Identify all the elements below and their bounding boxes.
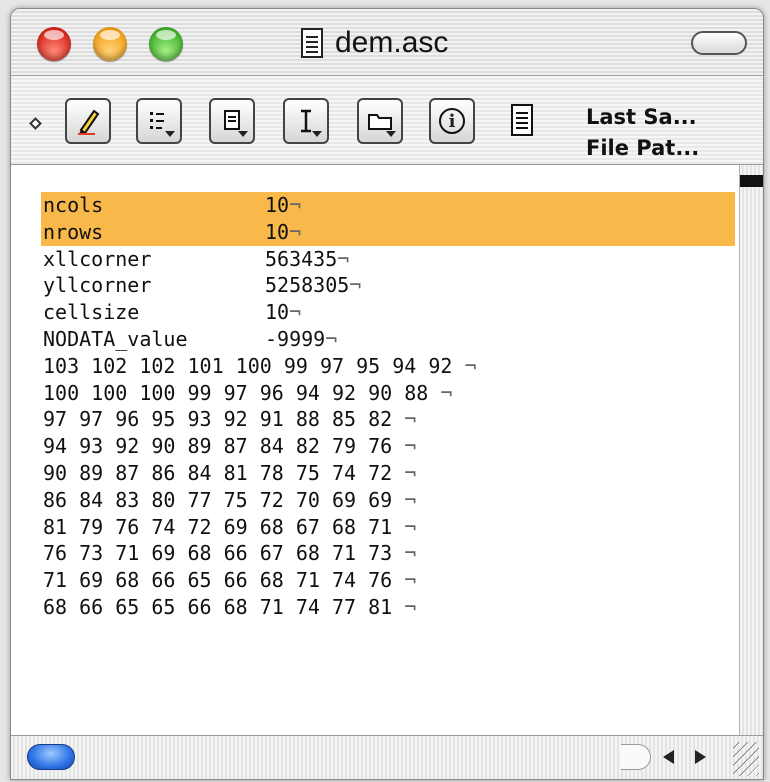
data-row-text: 90 89 87 86 84 81 78 75 74 72 [43,460,405,485]
chevron-down-icon [312,131,322,137]
data-row-text: 68 66 65 65 66 68 71 74 77 81 [43,594,405,619]
end-of-line-marker: ¬ [404,460,417,485]
document-info-button[interactable]: i [429,98,475,144]
document-menu-button[interactable] [209,98,255,144]
info-icon: i [439,108,465,134]
data-row-text: 86 84 83 80 77 75 72 70 69 69 [43,487,405,512]
title-bar[interactable]: dem.asc [11,9,763,76]
horizontal-scrollbar[interactable] [11,735,763,779]
end-of-line-marker: ¬ [289,193,302,217]
data-row-text: 81 79 76 74 72 69 68 67 68 71 [43,514,405,539]
text-line-data[interactable]: 90 89 87 86 84 81 78 75 74 72 ¬ [41,460,735,487]
toolbar: i Last Sa... File Pat... [11,76,763,165]
header-key: ncols [43,193,104,217]
list-icon [150,112,164,129]
text-line-data[interactable]: 97 97 96 95 93 92 91 88 85 82 ¬ [41,406,735,433]
text-line-data[interactable]: 103 102 102 101 100 99 97 95 94 92 ¬ [41,353,735,380]
text-line-header[interactable]: nrows 10¬ [41,218,735,246]
data-row-text: 100 100 100 99 97 96 94 92 90 88 [43,380,441,405]
file-path-label: File Pat... [586,136,700,160]
end-of-line-marker: ¬ [404,594,417,619]
text-line-data[interactable]: 94 93 92 90 89 87 84 82 79 76 ¬ [41,433,735,460]
header-value: 10 [265,193,290,217]
text-line-header[interactable]: yllcorner 5258305¬ [41,272,735,299]
scroll-right-arrow-icon[interactable] [695,750,706,764]
header-key: cellsize [43,300,140,325]
text-line-data[interactable]: 100 100 100 99 97 96 94 92 90 88 ¬ [41,380,735,407]
header-value: 10 [265,219,290,244]
page-icon [511,104,533,136]
horizontal-scroll-thumb[interactable] [27,744,75,770]
markers-menu-button[interactable] [136,98,182,144]
resize-grip-icon[interactable] [733,742,759,776]
text-area[interactable]: ncols 10¬ nrows 10¬ xllcorner 563435¬ yllcorne… [11,165,739,735]
text-line-header[interactable]: xllcorner 563435¬ [41,246,735,273]
close-button[interactable] [37,27,71,61]
end-of-line-marker: ¬ [404,568,417,593]
text-options-button[interactable] [283,98,329,144]
data-row-text: 76 73 71 69 68 66 67 68 71 73 [43,541,405,566]
header-value: 563435 [265,246,338,271]
chevron-down-icon [386,131,396,137]
last-saved-label: Last Sa... [586,105,697,129]
toolbar-toggle-button[interactable] [691,31,747,55]
end-of-line-marker: ¬ [404,434,417,459]
file-info: Last Sa... File Pat... [586,102,699,164]
scroll-left-arrow-icon[interactable] [663,750,674,764]
text-line-header[interactable]: ncols 10¬ [41,192,735,219]
pencil-icon [78,109,100,135]
zoom-button[interactable] [149,27,183,61]
chevron-down-icon [238,131,248,137]
folder-icon [368,114,392,130]
data-row-text: 97 97 96 95 93 92 91 88 85 82 [43,407,405,432]
end-of-line-marker: ¬ [325,326,338,351]
vertical-scrollbar[interactable] [739,165,763,735]
editor-window: dem.asc i Last Sa... File Pat... ncols 1… [10,8,764,780]
end-of-line-marker: ¬ [404,407,417,432]
header-key: NODATA_value [43,326,188,351]
document-menu-icon [224,110,240,130]
text-line-header[interactable]: cellsize 10¬ [41,299,735,326]
data-row-text: 103 102 102 101 100 99 97 95 94 92 [43,353,465,378]
end-of-line-marker: ¬ [404,487,417,512]
end-of-line-marker: ¬ [289,300,302,325]
text-line-data[interactable]: 76 73 71 69 68 66 67 68 71 73 ¬ [41,540,735,567]
window-title: dem.asc [335,26,449,59]
header-key: nrows [43,219,104,244]
vertical-scroll-thumb[interactable] [740,175,763,187]
end-of-line-marker: ¬ [337,246,350,271]
edit-toggle-button[interactable] [65,98,111,144]
header-key: yllcorner [43,273,152,298]
document-icon[interactable] [301,28,323,58]
title-group: dem.asc [301,25,448,61]
data-row-text: 71 69 68 66 65 66 68 71 74 76 [43,568,405,593]
text-line-data[interactable]: 86 84 83 80 77 75 72 70 69 69 ¬ [41,487,735,514]
end-of-line-marker: ¬ [464,353,477,378]
file-path-menu-button[interactable] [357,98,403,144]
diamond-icon [29,117,42,130]
data-row-text: 94 93 92 90 89 87 84 82 79 76 [43,434,405,459]
end-of-line-marker: ¬ [440,380,453,405]
header-value: 5258305 [265,273,350,298]
end-of-line-marker: ¬ [349,273,362,298]
header-key: xllcorner [43,246,152,271]
text-line-header[interactable]: NODATA_value -9999¬ [41,326,735,353]
end-of-line-marker: ¬ [404,541,417,566]
end-of-line-marker: ¬ [404,514,417,539]
minimize-button[interactable] [93,27,127,61]
text-line-data[interactable]: 81 79 76 74 72 69 68 67 68 71 ¬ [41,514,735,541]
scroll-track-end [621,744,651,770]
text-lines[interactable]: ncols 10¬ nrows 10¬ xllcorner 563435¬ yllcorne… [41,192,735,621]
end-of-line-marker: ¬ [289,219,302,244]
header-value: -9999 [265,326,326,351]
text-line-data[interactable]: 68 66 65 65 66 68 71 74 77 81 ¬ [41,594,735,621]
text-line-data[interactable]: 71 69 68 66 65 66 68 71 74 76 ¬ [41,567,735,594]
chevron-down-icon [165,131,175,137]
header-value: 10 [265,300,290,325]
